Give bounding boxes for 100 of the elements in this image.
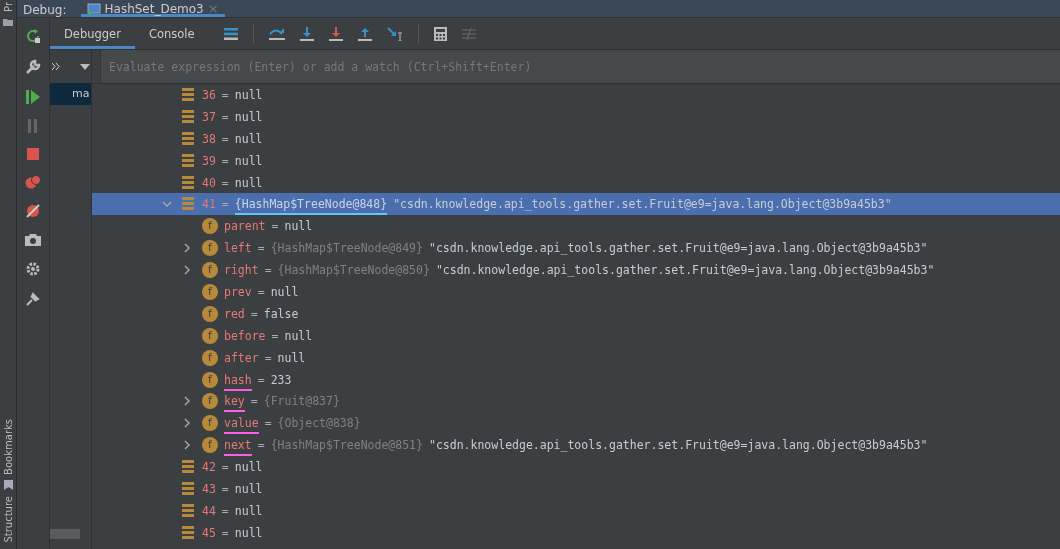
variable-name: key [224,394,245,409]
variable-value: null [234,109,263,124]
pin-icon[interactable] [26,292,40,306]
variable-row[interactable]: 38 = null [92,127,1060,150]
variable-name: 39 [202,153,216,168]
double-chevron-icon[interactable] [52,63,60,70]
side-tab-label[interactable]: Pr [2,2,14,12]
equals-sign: = [221,153,229,168]
variable-name: left [224,241,252,256]
equals-sign: = [257,372,265,387]
variable-row[interactable]: 40 = null [92,171,1060,194]
variable-row[interactable]: f red = false [92,302,1060,325]
variable-type: {Object@838} [277,416,361,431]
field-icon: f [202,437,218,454]
side-tab-label[interactable]: Bookmarks [2,418,14,475]
variable-value: null [234,525,263,540]
settings-icon[interactable] [25,261,41,277]
session-tab[interactable]: HashSet_Demo3 × [80,0,225,17]
breakpoints-icon[interactable] [25,175,41,189]
variable-row[interactable]: f next = {HashMap$TreeNode@851} "csdn.knowledge.api_tools.gather.set.Fruit@e9=java.lang.Object@3b9a45b3" [92,434,1060,457]
equals-sign: = [264,416,272,431]
chevron-icon[interactable] [182,440,192,451]
calculator-icon[interactable] [433,26,447,41]
variable-name: parent [224,219,266,234]
variable-value: null [277,350,306,365]
variable-type: {HashMap$TreeNode@850} [277,263,430,278]
equals-sign: = [221,197,229,212]
step-into-icon[interactable] [299,26,314,41]
variable-name: hash [224,372,252,387]
equals-sign: = [221,481,229,496]
variable-row[interactable]: f after = null [92,346,1060,369]
equals-sign: = [221,87,229,102]
force-step-into-icon[interactable] [328,26,343,41]
variable-name: 40 [202,175,216,190]
variable-row[interactable]: 36 = null [92,84,1060,106]
variable-row[interactable]: f right = {HashMap$TreeNode@850} "csdn.knowledge.api_tools.gather.set.Fruit@e9=java.lang.Object@3b9a45b3" [92,259,1060,281]
variable-value: null [284,219,313,234]
chevron-icon[interactable] [182,396,192,407]
equals-sign: = [250,394,258,409]
equals-sign: = [221,525,229,540]
field-icon: f [202,393,218,410]
variable-name: 42 [202,460,216,475]
equals-sign: = [221,503,229,518]
variable-value: null [234,481,263,496]
variable-value: false [263,306,299,321]
panel-tab[interactable]: Debugger [50,18,135,49]
variable-row[interactable]: f left = {HashMap$TreeNode@849} "csdn.knowledge.api_tools.gather.set.Fruit@e9=java.lang.Object@3b9a45b3" [92,237,1060,260]
resume-icon[interactable] [26,90,40,104]
variable-row[interactable]: f hash = 233 [92,368,1060,391]
camera-icon[interactable] [25,233,41,246]
equals-sign: = [250,306,258,321]
field-icon: f [202,283,218,300]
step-out-icon[interactable] [357,26,372,41]
array-element-icon [182,175,196,190]
wrench-icon[interactable] [25,59,41,75]
variable-row[interactable]: f key = {Fruit@837} [92,390,1060,413]
variable-row[interactable]: 39 = null [92,149,1060,172]
variable-name: 44 [202,503,216,518]
variable-type: {HashMap$TreeNode@851} [270,438,423,453]
variable-row[interactable]: f value = {Object@838} [92,412,1060,435]
menu-icon[interactable] [223,27,238,40]
variable-row[interactable]: 37 = null [92,105,1060,128]
equals-sign: = [221,175,229,190]
variable-row[interactable]: 43 = null [92,478,1060,500]
chevron-icon[interactable] [182,265,192,276]
chevron-icon[interactable] [182,418,192,429]
variable-row[interactable]: f before = null [92,324,1060,347]
mute-breakpoints-icon[interactable] [26,204,40,218]
variable-row[interactable]: f parent = null [92,215,1060,238]
panel-tab[interactable]: Console [134,18,209,49]
field-icon: f [202,218,218,235]
rerun-icon[interactable] [25,28,41,44]
dropdown-caret-icon[interactable] [80,63,90,70]
panel-title: Debug: [23,3,67,17]
variable-type: {HashMap$TreeNode@849} [270,241,423,256]
app-window-icon [86,2,101,15]
variable-type: {Fruit@837} [263,394,340,409]
equals-sign: = [221,131,229,146]
field-icon: f [202,327,218,344]
run-to-cursor-icon[interactable] [386,26,403,41]
field-icon: f [202,371,218,388]
variable-name: after [224,350,259,365]
folder-icon[interactable] [3,17,13,26]
chevron-icon[interactable] [182,243,192,254]
variable-value: null [234,153,263,168]
stack-frame[interactable]: ma [50,83,91,105]
equals-sign: = [257,284,265,299]
side-tab-label[interactable]: Structure [2,496,14,543]
variable-row[interactable]: 41 = {HashMap$TreeNode@848} "csdn.knowledge.api_tools.gather.set.Fruit@e9=java.lang.Object@3b9a45b3" [92,193,1060,216]
variable-value: null [284,328,313,343]
array-element-icon [182,109,196,124]
variable-row[interactable]: 42 = null [92,456,1060,479]
variable-name: 36 [202,87,216,102]
field-icon: f [202,240,218,257]
variable-row[interactable]: f prev = null [92,281,1060,303]
step-over-icon[interactable] [268,26,285,41]
variable-row[interactable]: 45 = null [92,521,1060,544]
variable-row[interactable]: 44 = null [92,499,1060,522]
scrollbar-thumb[interactable] [50,529,80,539]
variable-name: 43 [202,481,216,496]
